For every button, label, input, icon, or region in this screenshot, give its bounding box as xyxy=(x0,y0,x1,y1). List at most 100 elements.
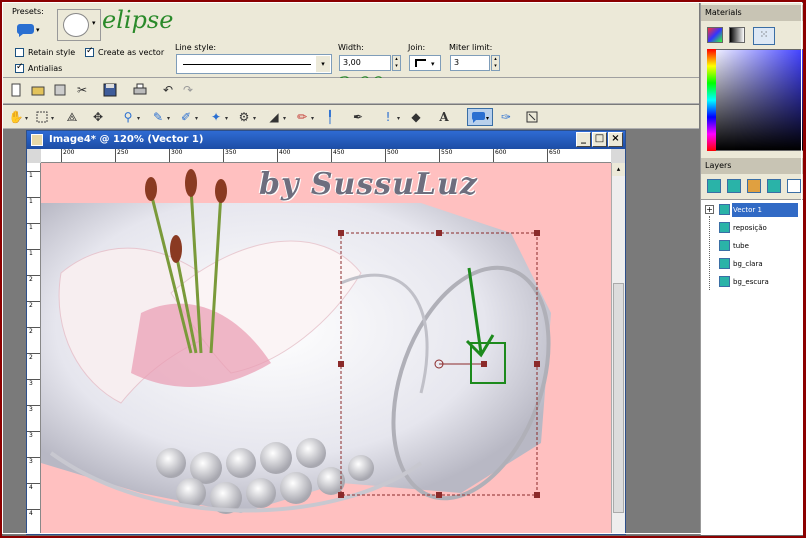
materials-tab-gradient[interactable] xyxy=(729,27,745,43)
layer-row-bg-escura[interactable]: bg_escura xyxy=(707,274,799,290)
redo-icon[interactable]: ↷ xyxy=(179,81,197,99)
watermark-text: by SussuLuz xyxy=(259,167,478,202)
layers-toolbar xyxy=(705,177,804,197)
ruler-label: 200 xyxy=(63,149,75,156)
chevron-down-icon[interactable]: ▾ xyxy=(137,115,140,122)
ruler-tick xyxy=(223,149,224,162)
new-file-icon[interactable] xyxy=(7,81,25,99)
miter-limit-spinner[interactable]: ▴ ▾ xyxy=(491,55,500,71)
paintbrush-tool-icon[interactable]: ✎ xyxy=(149,108,167,126)
scroll-up-button[interactable]: ▴ xyxy=(612,163,625,176)
delete-layer-icon[interactable] xyxy=(787,179,801,193)
ruler-label: 2 xyxy=(29,328,33,335)
dropper-icon[interactable]: ✒ xyxy=(349,108,367,126)
pan-tool-icon[interactable]: ✋ xyxy=(7,108,25,126)
cut-icon[interactable]: ✂ xyxy=(73,81,91,99)
chevron-down-icon[interactable]: ▾ xyxy=(195,115,198,122)
line-style-preview xyxy=(183,64,311,65)
duplicate-layer-icon[interactable] xyxy=(767,179,781,193)
presets-button[interactable]: ▾ xyxy=(13,19,43,39)
width-label: Width: xyxy=(338,43,364,52)
fill-tool-icon[interactable]: ◢ xyxy=(265,108,283,126)
expand-icon[interactable]: + xyxy=(705,205,714,214)
ruler-label: 2 xyxy=(29,276,33,283)
new-vector-layer-icon[interactable] xyxy=(727,179,741,193)
chevron-down-icon[interactable]: ▾ xyxy=(311,115,314,122)
undo-icon[interactable]: ↶ xyxy=(159,81,177,99)
browse-icon[interactable] xyxy=(51,81,69,99)
line-style-dropdown[interactable]: ▾ xyxy=(176,54,332,74)
pen-icon[interactable]: ✑ xyxy=(497,108,515,126)
create-as-vector-checkbox[interactable] xyxy=(85,46,94,57)
chevron-down-icon: ▾ xyxy=(92,19,96,27)
chevron-down-icon: ▾ xyxy=(316,56,330,72)
maximize-button[interactable]: □ xyxy=(592,132,607,147)
chevron-down-icon[interactable]: ▾ xyxy=(283,115,286,122)
clone-tool-icon[interactable]: ✐ xyxy=(177,108,195,126)
chevron-down-icon[interactable]: ▾ xyxy=(25,115,28,122)
new-mask-layer-icon[interactable] xyxy=(747,179,761,193)
deform-tool-icon[interactable] xyxy=(523,108,541,126)
shape-picker[interactable]: ▾ xyxy=(57,9,101,41)
chevron-down-icon[interactable]: ▾ xyxy=(225,115,228,122)
ruler-label: 500 xyxy=(387,149,399,156)
hue-strip[interactable] xyxy=(707,49,716,151)
layers-title-bar: Layers xyxy=(701,158,804,174)
layer-row-reposicao[interactable]: reposição xyxy=(707,220,799,236)
miter-limit-label: Miter limit: xyxy=(449,43,493,52)
materials-title-bar: Materials xyxy=(701,5,804,21)
picture-tube-tool-icon[interactable]: ✏ xyxy=(293,108,311,126)
eraser-tool-icon[interactable]: ⚙ xyxy=(235,108,253,126)
color-picker-spectrum[interactable] xyxy=(707,49,804,151)
new-raster-layer-icon[interactable] xyxy=(707,179,721,193)
layer-row-tube[interactable]: tube xyxy=(707,238,799,254)
width-spinner[interactable]: ▴ ▾ xyxy=(392,55,401,71)
object-selector-icon[interactable]: ◆ xyxy=(407,108,425,126)
width-field[interactable]: 3,00 xyxy=(339,55,391,71)
scroll-thumb[interactable] xyxy=(613,283,624,513)
crop-tool-icon[interactable]: ⟁ xyxy=(63,108,81,126)
ellipse-shape-icon xyxy=(63,13,89,37)
image-icon xyxy=(31,134,43,146)
pen-tool-icon[interactable]: ╿ xyxy=(321,108,339,126)
layer-name: tube xyxy=(733,242,749,250)
chevron-down-icon[interactable]: ▾ xyxy=(51,115,54,122)
airbrush-tool-icon[interactable]: ǃ xyxy=(379,108,397,126)
miter-limit-field[interactable]: 3 xyxy=(450,55,490,71)
ruler-tick xyxy=(115,149,116,162)
materials-tab-color[interactable] xyxy=(707,27,723,43)
shape-annotation: elipse xyxy=(102,6,174,34)
ruler-label: 3 xyxy=(29,380,33,387)
materials-tab-pattern[interactable]: ⁙ xyxy=(753,27,775,45)
image-window: Image4* @ 120% (Vector 1) _ □ × 200 250 30… xyxy=(26,130,626,535)
print-icon[interactable] xyxy=(131,81,149,99)
layer-row-vector1[interactable]: + Vector 1 xyxy=(705,202,799,218)
preset-shape-tool-icon[interactable]: ▾ xyxy=(467,108,493,126)
layer-row-bg-clara[interactable]: bg_clara xyxy=(707,256,799,272)
dropper-tool-icon[interactable]: ⚲ xyxy=(119,108,137,126)
selection-tool-icon[interactable] xyxy=(33,108,51,126)
retain-style-checkbox[interactable] xyxy=(15,48,24,57)
join-dropdown[interactable]: ▾ xyxy=(409,55,441,71)
vector-layer-icon xyxy=(719,204,730,215)
retouch-tool-icon[interactable]: ✦ xyxy=(207,108,225,126)
chevron-down-icon[interactable]: ▾ xyxy=(253,115,256,122)
chevron-down-icon[interactable]: ▾ xyxy=(167,115,170,122)
vertical-scrollbar[interactable]: ▴ xyxy=(611,163,625,534)
open-file-icon[interactable] xyxy=(29,81,47,99)
image-canvas[interactable]: by SussuLuz xyxy=(41,163,611,534)
text-tool-icon[interactable]: A xyxy=(435,108,453,126)
move-tool-icon[interactable]: ✥ xyxy=(89,108,107,126)
ruler-label: 600 xyxy=(495,149,507,156)
save-icon[interactable] xyxy=(101,81,119,99)
horizontal-ruler: 200 250 300 350 400 450 500 550 600 650 xyxy=(41,149,611,163)
image-window-title: Image4* @ 120% (Vector 1) xyxy=(49,134,204,145)
close-button[interactable]: × xyxy=(608,132,623,147)
antialias-checkbox[interactable] xyxy=(15,62,24,73)
image-window-titlebar[interactable]: Image4* @ 120% (Vector 1) _ □ × xyxy=(27,131,625,149)
chevron-down-icon[interactable]: ▾ xyxy=(397,115,400,122)
miter-join-icon: ▾ xyxy=(415,59,435,68)
layer-name: bg_escura xyxy=(733,278,769,286)
join-label: Join: xyxy=(408,43,426,52)
minimize-button[interactable]: _ xyxy=(576,132,591,147)
